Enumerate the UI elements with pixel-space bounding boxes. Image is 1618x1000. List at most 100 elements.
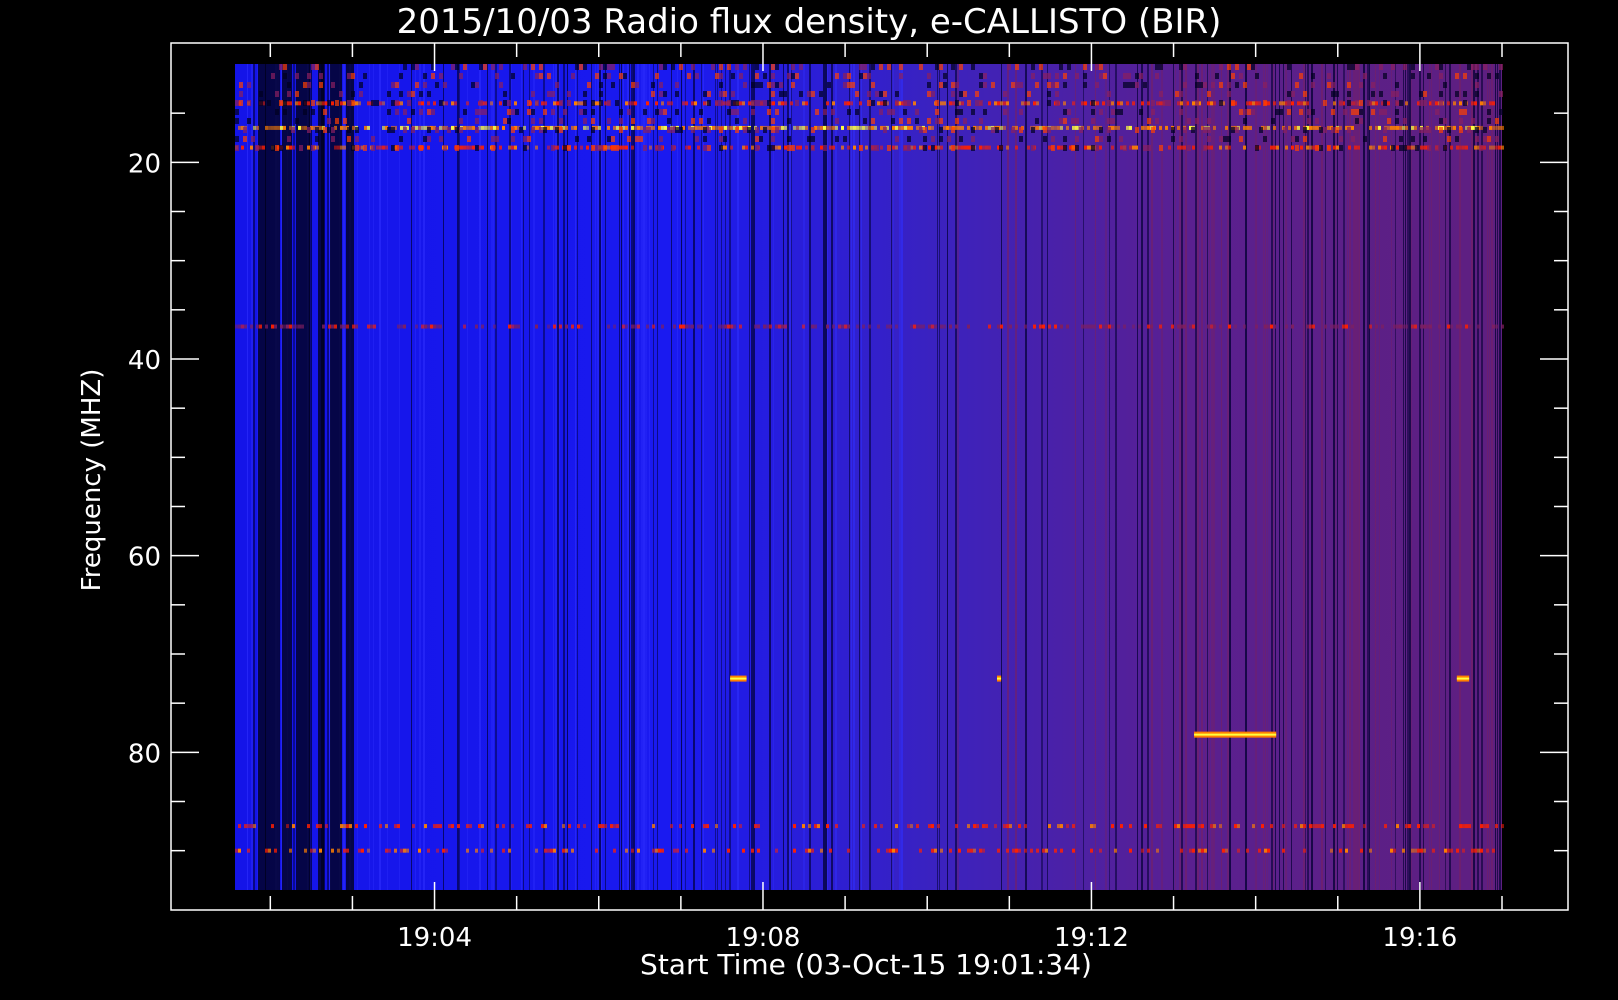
heatmap-band-cell [961,101,964,106]
heatmap-noise-cell [1123,73,1127,79]
heatmap-band-cell [1054,125,1057,130]
heatmap-band-cell [910,824,913,829]
heatmap-band-cell [469,145,472,150]
heatmap-column [1275,64,1276,890]
heatmap-band-cell [802,324,805,329]
heatmap-noise-cell [1139,109,1143,115]
heatmap-noise-cell [1179,136,1183,142]
heatmap-band-cell [418,125,421,130]
heatmap-band-cell [721,324,724,329]
heatmap-band-cell [1453,125,1456,130]
heatmap-band-cell [940,848,943,853]
heatmap-band-cell [1036,848,1039,853]
heatmap-band-cell [895,125,898,130]
heatmap-band-cell [727,324,730,329]
heatmap-band-cell [685,324,688,329]
heatmap-noise-cell [943,73,947,79]
heatmap-band-cell [1189,848,1192,853]
heatmap-band-cell [397,324,400,329]
heatmap-band-cell [631,324,634,329]
heatmap-band-cell [793,125,796,130]
heatmap-noise-cell [711,64,715,70]
heatmap-band-cell [904,125,907,130]
heatmap-band-cell [1333,101,1336,106]
heatmap-column [721,64,722,890]
heatmap-band-cell [553,101,556,106]
heatmap-noise-cell [1235,127,1239,133]
heatmap-band-cell [742,101,745,106]
heatmap-noise-cell [235,136,239,142]
heatmap-band-cell [502,848,505,853]
heatmap-column [459,64,460,890]
heatmap-noise-cell [1327,82,1331,88]
heatmap-band-cell [895,824,898,829]
heatmap-column [1015,64,1017,890]
heatmap-noise-cell [507,109,511,115]
heatmap-band-cell [469,824,472,829]
heatmap-band-cell [559,324,562,329]
heatmap-band-cell [481,125,484,130]
heatmap-band-cell [979,125,982,130]
heatmap-band-cell [934,848,937,853]
heatmap-noise-cell [1171,127,1175,133]
heatmap-column [1137,64,1138,890]
heatmap-band-cell [451,125,454,130]
heatmap-noise-cell [503,91,507,97]
heatmap-band-cell [1081,101,1084,106]
heatmap-noise-cell [1207,91,1211,97]
heatmap-noise-cell [887,109,891,115]
heatmap-band-cell [490,848,493,853]
heatmap-band-cell [367,125,370,130]
heatmap-band-cell [805,145,808,150]
heatmap-band-cell [517,324,520,329]
heatmap-noise-cell [855,91,859,97]
heatmap-band-cell [805,125,808,130]
heatmap-noise-cell [511,73,515,79]
heatmap-band-cell [1267,101,1270,106]
heatmap-column [1429,64,1430,890]
heatmap-column [1477,64,1479,890]
heatmap-noise-cell [1355,100,1359,106]
heatmap-noise-cell [1195,73,1199,79]
heatmap-column [1481,64,1483,890]
burst-core [730,677,747,680]
heatmap-noise-cell [1415,145,1419,151]
heatmap-band-cell [604,824,607,829]
heatmap-band-cell [1450,324,1453,329]
heatmap-band-cell [1006,848,1009,853]
heatmap-noise-cell [235,118,239,124]
heatmap-noise-cell [239,82,243,88]
heatmap-band-cell [1408,145,1411,150]
heatmap-noise-cell [771,64,775,70]
heatmap-band-cell [847,145,850,150]
heatmap-band-cell [901,125,904,130]
heatmap-noise-cell [1015,82,1019,88]
heatmap-noise-cell [287,136,291,142]
heatmap-noise-cell [1231,127,1235,133]
heatmap-noise-cell [347,73,351,79]
heatmap-band-cell [907,824,910,829]
heatmap-band-cell [646,324,649,329]
heatmap-band-cell [508,848,511,853]
heatmap-band-cell [1498,125,1501,130]
heatmap-band-cell [394,848,397,853]
heatmap-band-cell [1384,824,1387,829]
heatmap-band-cell [1411,324,1414,329]
heatmap-band-cell [241,324,244,329]
heatmap-band-cell [571,125,574,130]
heatmap-column [1263,64,1264,890]
heatmap-noise-cell [1227,91,1231,97]
heatmap-band-cell [1309,125,1312,130]
heatmap-band-cell [511,145,514,150]
heatmap-band-cell [1243,324,1246,329]
heatmap-noise-cell [1047,91,1051,97]
heatmap-column [495,64,497,890]
heatmap-noise-cell [1403,145,1407,151]
heatmap-band-cell [1249,101,1252,106]
heatmap-column [753,64,755,890]
heatmap-noise-cell [727,64,731,70]
heatmap-column [645,64,647,890]
heatmap-band-cell [1369,848,1372,853]
heatmap-column [1491,64,1493,890]
heatmap-band-cell [1120,824,1123,829]
